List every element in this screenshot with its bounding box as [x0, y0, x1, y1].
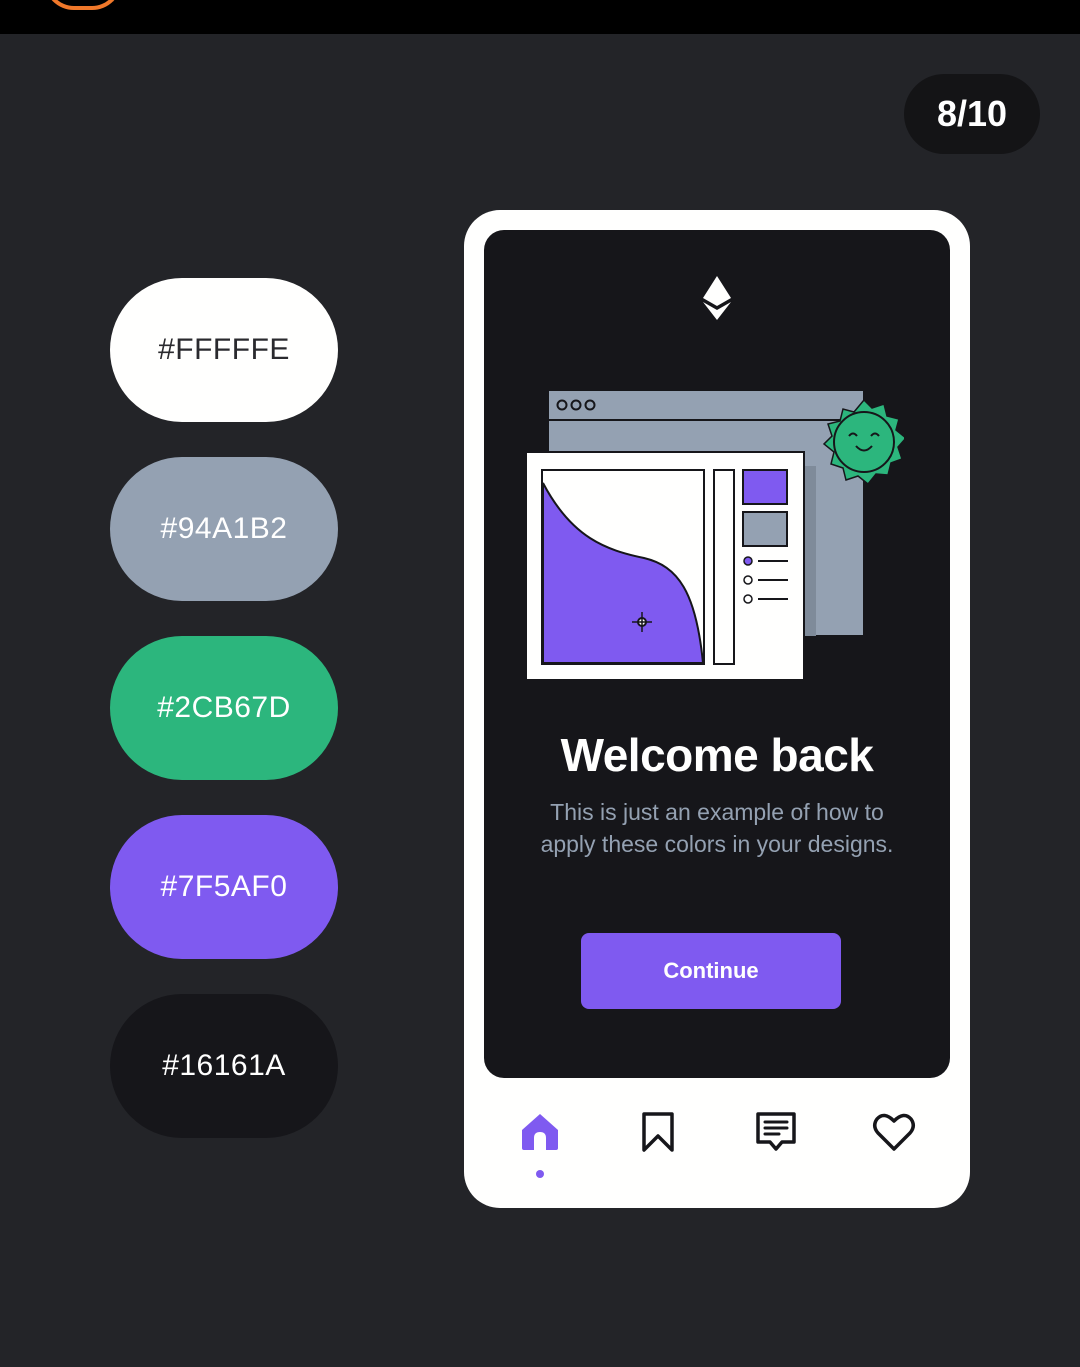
nav-favorites[interactable] — [870, 1108, 918, 1156]
nav-messages[interactable] — [752, 1108, 800, 1156]
active-indicator — [536, 1170, 544, 1178]
avatar[interactable] — [44, 0, 122, 10]
home-icon — [522, 1114, 558, 1150]
phone-mockup: Welcome back This is just an example of … — [464, 210, 970, 1208]
nav-home[interactable] — [516, 1108, 564, 1156]
nav-bookmarks[interactable] — [634, 1108, 682, 1156]
description-text: This is just an example of how to apply … — [540, 799, 894, 857]
ethereum-icon — [703, 276, 731, 320]
heart-icon — [873, 1113, 915, 1151]
message-icon — [756, 1112, 796, 1151]
phone-screen: Welcome back This is just an example of … — [484, 230, 950, 1078]
color-swatch-white: #FFFFFE — [110, 278, 338, 422]
bookmark-icon — [642, 1112, 674, 1152]
browser-window-illustration — [525, 389, 904, 681]
continue-button[interactable]: Continue — [581, 933, 841, 1009]
page-counter: 8/10 — [904, 74, 1040, 154]
color-swatch-gray: #94A1B2 — [110, 457, 338, 601]
color-swatch-purple: #7F5AF0 — [110, 815, 338, 959]
color-swatch-green: #2CB67D — [110, 636, 338, 780]
status-bar — [0, 0, 1080, 34]
bottom-nav — [484, 1108, 950, 1188]
page-title: Welcome back — [560, 729, 874, 781]
color-swatch-dark: #16161A — [110, 994, 338, 1138]
